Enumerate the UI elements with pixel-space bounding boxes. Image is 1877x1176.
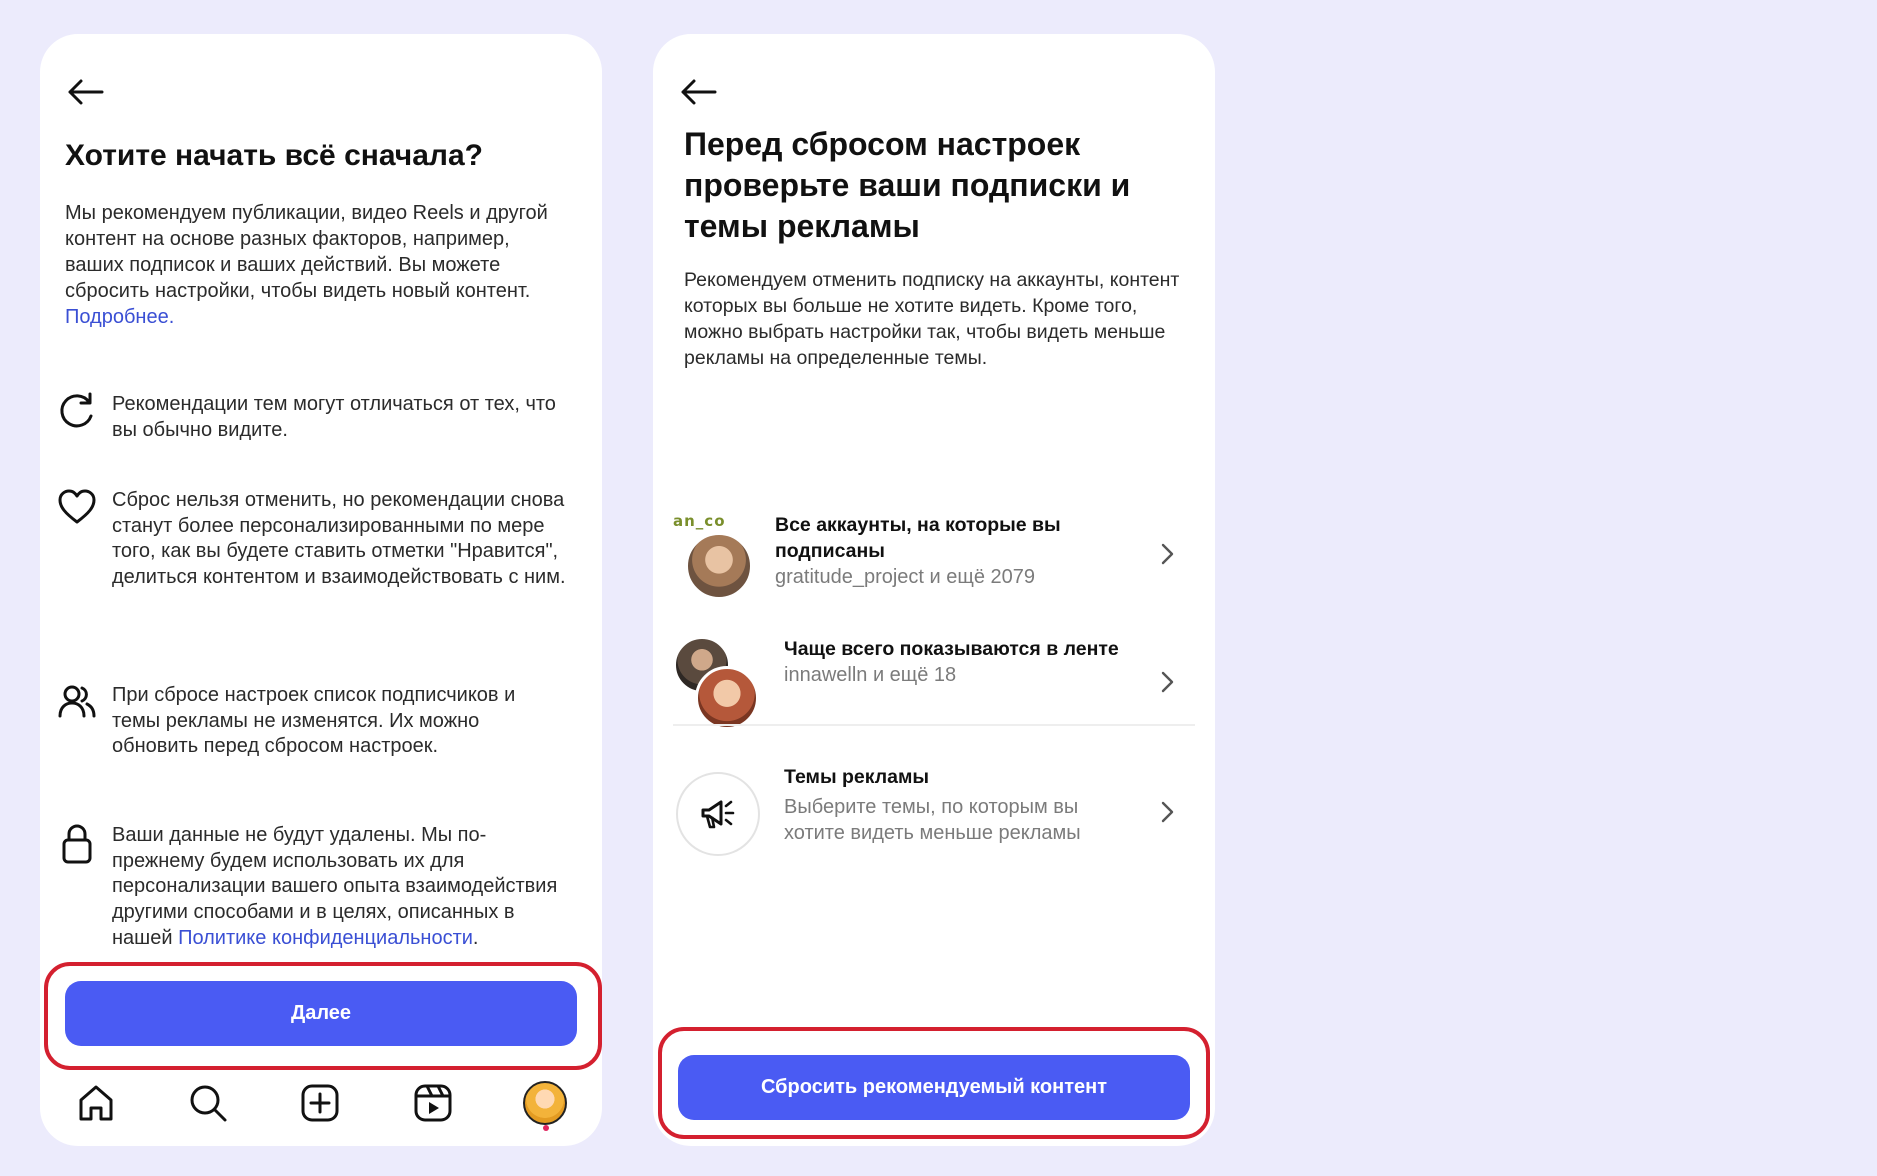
reset-recommended-content-button[interactable]: Сбросить рекомендуемый контент (678, 1055, 1190, 1120)
brand-logo: an_co (673, 512, 726, 530)
feature-text: Рекомендации тем могут отличаться от тех… (112, 393, 556, 441)
chevron-right-icon (1161, 801, 1174, 823)
row-subtitle: innawelln и ещё 18 (784, 664, 957, 686)
account-avatars (673, 636, 763, 736)
row-subtitle: gratitude_project и ещё 2079 (775, 566, 1036, 588)
row-text: Темы рекламы Выберите темы, по которым в… (784, 764, 1134, 846)
page-title: Хотите начать всё сначала? (65, 139, 483, 172)
following-accounts-row[interactable]: an_co Все аккаунты, на которые вы подпис… (673, 512, 1193, 602)
arrow-left-icon (68, 79, 104, 105)
arrow-left-icon (681, 79, 717, 105)
divider (673, 724, 1195, 726)
reels-icon[interactable] (410, 1080, 456, 1126)
privacy-policy-link[interactable]: Политике конфиденциальности (178, 927, 473, 949)
chevron-right-icon (1161, 671, 1174, 693)
profile-avatar[interactable] (522, 1080, 568, 1131)
avatar (695, 666, 759, 730)
intro-text: Рекомендуем отменить подписку на аккаунт… (684, 269, 1180, 369)
intro-body: Мы рекомендуем публикации, видео Reels и… (65, 202, 548, 302)
next-button[interactable]: Далее (65, 981, 577, 1046)
row-title: Все аккаунты, на которые вы подписаны (775, 514, 1061, 562)
account-avatars: an_co (673, 512, 763, 602)
intro-text: Мы рекомендуем публикации, видео Reels и… (65, 200, 565, 330)
row-subtitle: Выберите темы, по которым вы хотите виде… (784, 796, 1081, 844)
refresh-icon (55, 392, 99, 436)
lock-icon (55, 823, 99, 867)
feature-text: Ваши данные не будут удалены. Мы по-преж… (112, 823, 567, 952)
create-icon[interactable] (297, 1080, 343, 1126)
back-button[interactable] (677, 74, 719, 110)
chevron-right-icon (1161, 543, 1174, 565)
heart-icon (55, 488, 99, 532)
screen-reset-review: Перед сбросом настроек проверьте ваши по… (653, 34, 1215, 1146)
feature-text: Сброс нельзя отменить, но рекомендации с… (112, 489, 566, 589)
privacy-text-end: . (472, 926, 479, 949)
home-icon[interactable] (73, 1080, 119, 1126)
row-title: Темы рекламы (784, 766, 930, 788)
screen-reset-intro: Хотите начать всё сначала? Мы рекомендуе… (40, 34, 602, 1146)
page-title: Перед сбросом настроек проверьте ваши по… (684, 126, 1131, 244)
back-button[interactable] (64, 74, 106, 110)
bottom-navigation (40, 1068, 602, 1138)
row-title: Чаще всего показываются в ленте (784, 638, 1119, 660)
row-text: Чаще всего показываются в ленте innawell… (784, 636, 1144, 688)
row-text: Все аккаунты, на которые вы подписаны gr… (775, 512, 1135, 590)
feature-text: При сбросе настроек список подписчиков и… (112, 684, 516, 758)
most-seen-row[interactable]: Чаще всего показываются в ленте innawell… (673, 636, 1193, 736)
ad-topics-row[interactable]: Темы рекламы Выберите темы, по которым в… (673, 764, 1193, 864)
avatar (685, 532, 753, 600)
search-icon[interactable] (185, 1080, 231, 1126)
people-icon (55, 683, 99, 727)
learn-more-link[interactable]: Подробнее. (65, 306, 174, 328)
megaphone-icon (676, 772, 760, 856)
avatar (523, 1081, 567, 1131)
